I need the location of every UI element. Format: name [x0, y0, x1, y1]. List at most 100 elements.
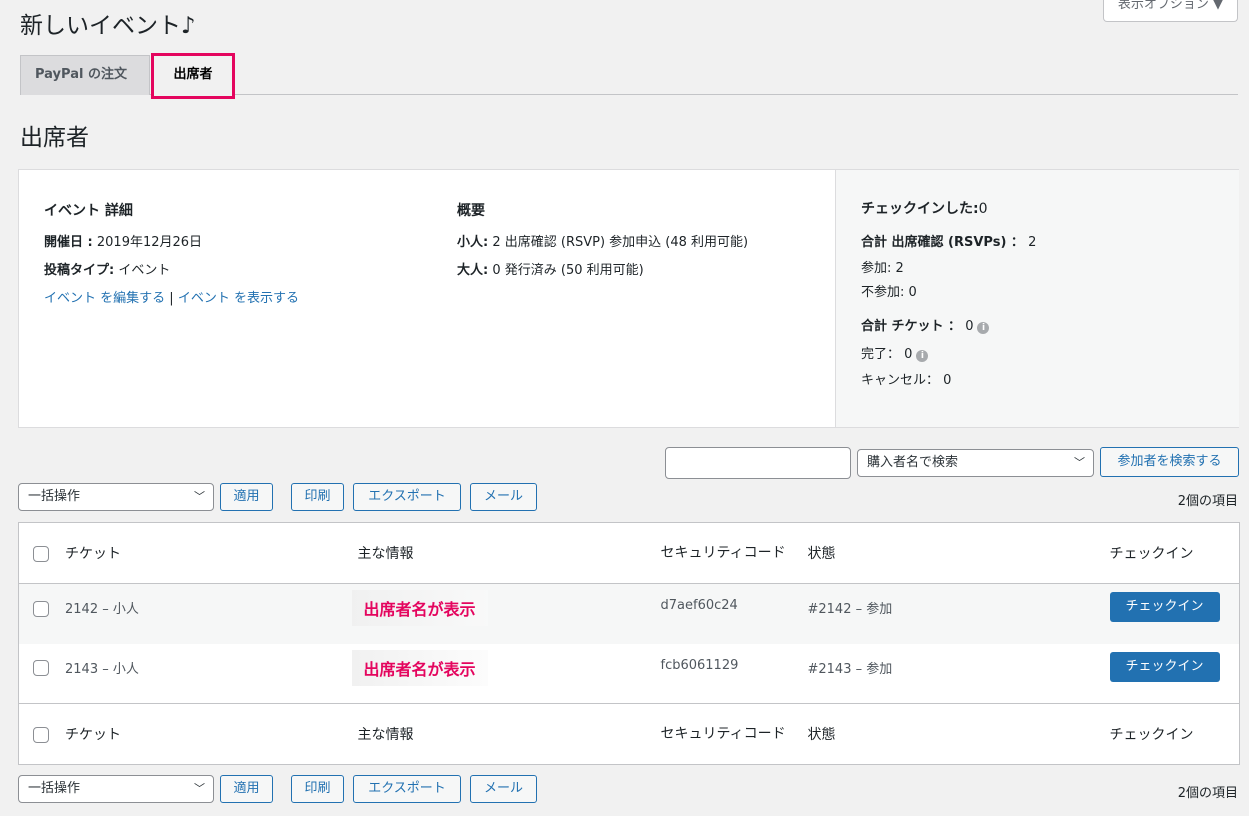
select-all-checkbox[interactable]	[33, 727, 49, 743]
table-row: 2142 – 小人 出席者名が表示 d7aef60c24 #2142 – 参加 …	[18, 583, 1240, 644]
section-title: 出席者	[20, 125, 89, 151]
checkin-cell: チェックイン	[1109, 644, 1240, 704]
checked-in-label: チェックインした:	[861, 201, 979, 217]
overview-adult-label: 大人:	[457, 263, 489, 278]
screen-options-toggle[interactable]: 表示オプション ▼	[1102, 0, 1238, 22]
column-checkin: チェックイン	[1109, 522, 1240, 584]
post-type-label: 投稿タイプ:	[44, 263, 115, 278]
info-icon[interactable]: i	[977, 322, 990, 334]
total-rsvp: 合計 出席確認 (RSVPs) ： 2	[861, 234, 1036, 252]
tickets-cancelled-value: 0	[943, 373, 952, 388]
column-ticket: チケット	[18, 522, 358, 584]
bulk-action-select-top[interactable]: 一括操作 ﹀	[18, 483, 214, 511]
column-primary-info: 主な情報	[357, 703, 661, 765]
search-input[interactable]	[665, 447, 851, 479]
column-security-code: セキュリティコード	[660, 703, 808, 765]
column-ticket-label: チケット	[65, 727, 121, 743]
tickets-completed-label: 完了：	[861, 347, 901, 362]
table-footer-row: チケット 主な情報 セキュリティコード 状態 チェックイン	[18, 703, 1240, 765]
column-ticket-label: チケット	[65, 546, 121, 562]
chevron-down-icon: ﹀	[194, 490, 205, 503]
checked-in-heading: チェックインした:0	[861, 200, 988, 218]
table-header-row: チケット 主な情報 セキュリティコード 状態 チェックイン	[18, 522, 1240, 584]
column-status: 状態	[807, 522, 1110, 584]
rsvp-going: 参加: 2	[861, 261, 904, 276]
checkin-button[interactable]: チェックイン	[1109, 651, 1220, 682]
row-checkbox[interactable]	[33, 600, 49, 617]
select-all-checkbox[interactable]	[33, 546, 49, 562]
checkin-cell: チェックイン	[1109, 584, 1240, 644]
apply-button-bottom[interactable]: 適用	[220, 775, 273, 803]
email-button-top[interactable]: メール	[470, 483, 537, 511]
item-count-bottom: 2個の項目	[1177, 786, 1238, 801]
tab-attendees[interactable]: 出席者	[151, 53, 235, 99]
status-cell: #2142 – 参加	[807, 602, 893, 617]
security-code-cell: d7aef60c24	[660, 598, 738, 613]
search-field-select-value: 購入者名で検索	[867, 455, 959, 470]
primary-info-cell: 出席者名が表示	[351, 584, 661, 644]
overview-adult: 大人: 0 発行済み (50 利用可能)	[457, 262, 644, 280]
chevron-down-icon: ﹀	[1074, 456, 1085, 469]
bulk-action-select-bottom[interactable]: 一括操作 ﹀	[18, 775, 214, 803]
total-tickets-label: 合計 チケット ：	[861, 319, 962, 334]
rsvp-not-going: 不参加: 0	[861, 285, 917, 300]
post-type-value: イベント	[118, 263, 171, 278]
event-date-label: 開催日 :	[44, 235, 93, 250]
bulk-action-select-value: 一括操作	[28, 489, 81, 504]
total-tickets-value: 0	[965, 319, 974, 334]
ticket-value: 2142 – 小人	[65, 602, 139, 617]
search-attendees-button[interactable]: 参加者を検索する	[1100, 447, 1239, 477]
attendee-name-note: 出席者名が表示	[351, 649, 488, 686]
overview-heading: 概要	[457, 203, 485, 219]
attendee-name-note: 出席者名が表示	[351, 590, 488, 626]
print-button-top[interactable]: 印刷	[291, 483, 344, 511]
table-row: 2143 – 小人 出席者名が表示 fcb6061129 #2143 – 参加 …	[19, 644, 1240, 704]
overview-child-label: 小人:	[457, 235, 489, 250]
event-summary-panel: イベント 詳細 開催日 : 2019年12月26日 投稿タイプ: イベント イベ…	[18, 169, 1239, 428]
attendees-table: チケット 主な情報 セキュリティコード 状態 チェックイン 2142 – 小人 …	[18, 522, 1240, 765]
total-rsvp-label: 合計 出席確認 (RSVPs) ：	[861, 235, 1024, 250]
total-rsvp-value: 2	[1028, 235, 1037, 250]
tab-paypal-orders[interactable]: PayPal の注文	[20, 55, 150, 95]
tab-bar: PayPal の注文 出席者	[20, 53, 1238, 99]
edit-event-link[interactable]: イベント を編集する	[44, 291, 165, 306]
row-checkbox[interactable]	[33, 660, 49, 676]
ticket-cell: 2142 – 小人	[19, 584, 358, 644]
ticket-cell: 2143 – 小人	[19, 644, 358, 704]
event-date-value: 2019年12月26日	[96, 235, 203, 250]
chevron-down-icon: ﹀	[194, 782, 205, 795]
search-field-select[interactable]: 購入者名で検索 ﹀	[857, 449, 1094, 477]
column-ticket: チケット	[18, 703, 358, 765]
column-primary-info: 主な情報	[357, 522, 661, 584]
column-security-code: セキュリティコード	[660, 522, 808, 584]
view-event-link[interactable]: イベント を表示する	[178, 291, 299, 306]
overview-child-value: 2 出席確認 (RSVP) 参加申込 (48 利用可能)	[492, 235, 749, 250]
primary-info-cell: 出席者名が表示	[351, 644, 661, 704]
checkin-button[interactable]: チェックイン	[1109, 592, 1220, 622]
tickets-completed-value: 0	[904, 347, 913, 362]
email-button-bottom[interactable]: メール	[470, 775, 537, 803]
overview-child: 小人: 2 出席確認 (RSVP) 参加申込 (48 利用可能)	[457, 234, 748, 252]
checked-in-value: 0	[978, 201, 988, 217]
ticket-value: 2143 – 小人	[65, 661, 139, 677]
info-icon[interactable]: i	[916, 350, 929, 362]
checkin-stats-panel: チェックインした:0 合計 出席確認 (RSVPs) ： 2 参加: 2 不参加…	[835, 170, 1239, 427]
page-title: 新しいイベント♪	[20, 13, 196, 39]
export-button-bottom[interactable]: エクスポート	[353, 775, 461, 803]
item-count-top: 2個の項目	[1177, 494, 1238, 509]
export-button-top[interactable]: エクスポート	[353, 483, 461, 511]
tickets-completed: 完了： 0i	[861, 346, 929, 364]
apply-button-top[interactable]: 適用	[220, 483, 273, 511]
status-cell: #2143 – 参加	[807, 661, 893, 677]
overview-adult-value: 0 発行済み (50 利用可能)	[492, 263, 644, 278]
event-date: 開催日 : 2019年12月26日	[44, 234, 202, 252]
link-separator: |	[169, 291, 174, 306]
bulk-action-select-value: 一括操作	[28, 781, 81, 796]
print-button-bottom[interactable]: 印刷	[291, 775, 344, 803]
tickets-cancelled: キャンセル： 0	[861, 372, 951, 390]
total-tickets: 合計 チケット ： 0i	[861, 318, 990, 336]
post-type: 投稿タイプ: イベント	[44, 262, 170, 280]
column-status: 状態	[807, 703, 1110, 765]
column-checkin: チェックイン	[1109, 703, 1240, 765]
event-links: イベント を編集する | イベント を表示する	[44, 290, 299, 308]
